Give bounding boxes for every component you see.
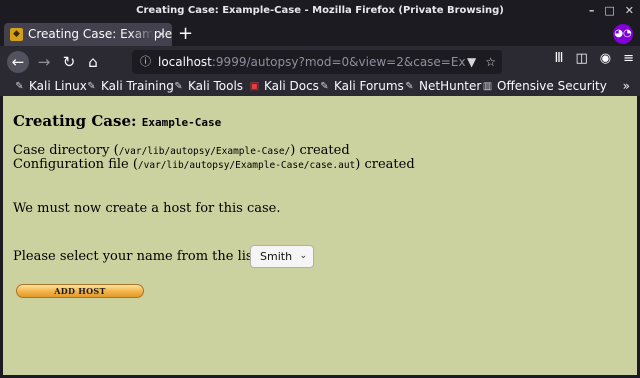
investigator-select[interactable]: Smith ⌄ — [250, 245, 314, 268]
menu-icon[interactable]: ≡ — [623, 51, 634, 66]
minimize-icon[interactable]: – — [589, 0, 595, 21]
bookmarks-overflow-icon[interactable]: » — [623, 76, 630, 96]
heading-prefix: Creating Case: — [13, 112, 137, 130]
site-info-icon[interactable]: ⓘ — [140, 50, 151, 74]
kali-dragon-icon: ✎ — [320, 80, 329, 92]
tab-creating-case[interactable]: ◆ Creating Case: Example-Case ✕ — [4, 23, 172, 46]
host-instruction: We must now create a host for this case. — [13, 201, 281, 216]
dir-suffix: ) created — [290, 143, 350, 158]
case-directory-message: Case directory (/var/lib/autopsy/Example… — [13, 143, 350, 158]
bookmark-label: Kali Tools — [188, 79, 244, 93]
bookmark-label: Kali Forums — [334, 79, 404, 93]
close-icon[interactable]: ✕ — [625, 0, 634, 21]
forward-button[interactable]: → — [33, 51, 55, 73]
offsec-icon: ▥ — [482, 80, 493, 92]
kali-dragon-icon: ✎ — [15, 80, 24, 92]
navigation-toolbar: ← → ↻ ⌂ ⓘ localhost:9999/autopsy?mod=0&v… — [0, 46, 640, 76]
pocket-icon[interactable]: ▼ — [467, 50, 476, 74]
select-name-label: Please select your name from the list: — [13, 249, 263, 264]
dir-path: /var/lib/autopsy/Example-Case/ — [118, 146, 291, 157]
tab-fade — [130, 23, 154, 46]
cfg-suffix: ) created — [355, 157, 415, 172]
bookmark-kali-tools[interactable]: ✎ Kali Tools — [173, 76, 243, 96]
config-file-message: Configuration file (/var/lib/autopsy/Exa… — [13, 157, 415, 172]
page-title: Creating Case: Example-Case — [13, 112, 221, 130]
cfg-prefix: Configuration file ( — [13, 157, 138, 172]
dir-prefix: Case directory ( — [13, 143, 119, 158]
kali-dragon-icon: ✎ — [87, 80, 96, 92]
url-overflow: x — [458, 55, 466, 69]
url-path: :9999/autopsy?mod=0&view=2&case=E — [211, 55, 459, 69]
chevron-down-icon: ⌄ — [299, 251, 307, 261]
new-tab-button[interactable]: + — [178, 23, 193, 44]
add-host-button[interactable]: ADD HOST — [16, 284, 144, 298]
bookmark-offensive-security[interactable]: ▥ Offensive Security — [482, 76, 607, 96]
page-content: Creating Case: Example-Case Case directo… — [0, 96, 640, 378]
bookmark-label: Offensive Security — [497, 79, 607, 93]
private-browsing-icon: ◕◔ — [613, 24, 633, 44]
bookmark-kali-docs[interactable]: ▣ Kali Docs — [249, 76, 319, 96]
window-title: Creating Case: Example-Case - Mozilla Fi… — [136, 5, 504, 16]
url-actions: ▼ ☆ — [467, 50, 496, 74]
account-icon[interactable]: ◉ — [600, 51, 611, 66]
bookmark-kali-linux[interactable]: ✎ Kali Linux — [14, 76, 87, 96]
case-name: Example-Case — [141, 116, 222, 129]
bookmark-kali-forums[interactable]: ✎ Kali Forums — [319, 76, 404, 96]
maximize-icon[interactable]: □ — [604, 0, 614, 21]
reload-button[interactable]: ↻ — [58, 51, 80, 73]
kali-dragon-icon: ✎ — [405, 80, 414, 92]
bookmark-star-icon[interactable]: ☆ — [485, 50, 496, 74]
tab-strip: ◆ Creating Case: Example-Case ✕ + ◕◔ — [0, 21, 640, 46]
bookmark-label: Kali Linux — [29, 79, 87, 93]
autopsy-favicon-icon: ◆ — [10, 28, 23, 41]
bookmark-kali-training[interactable]: ✎ Kali Training — [86, 76, 174, 96]
library-icon[interactable]: Ⅲ — [554, 51, 563, 66]
back-button[interactable]: ← — [7, 51, 29, 73]
url-bar[interactable]: ⓘ localhost:9999/autopsy?mod=0&view=2&ca… — [132, 50, 502, 74]
toolbar-icons: Ⅲ ◫ ◉ ≡ — [554, 51, 634, 66]
selected-investigator: Smith — [260, 250, 293, 263]
url-host: localhost — [158, 55, 212, 69]
bookmark-label: NetHunter — [419, 79, 482, 93]
docs-icon: ▣ — [249, 80, 260, 92]
window-controls: – □ ✕ — [589, 0, 634, 21]
bookmark-nethunter[interactable]: ✎ NetHunter — [404, 76, 481, 96]
home-button[interactable]: ⌂ — [82, 51, 104, 73]
kali-dragon-icon: ✎ — [174, 80, 183, 92]
bookmarks-toolbar: ✎ Kali Linux ✎ Kali Training ✎ Kali Tool… — [0, 76, 640, 96]
bookmark-label: Kali Docs — [264, 79, 319, 93]
sidebar-icon[interactable]: ◫ — [575, 51, 587, 66]
tab-close-icon[interactable]: ✕ — [157, 23, 166, 46]
bookmark-label: Kali Training — [101, 79, 174, 93]
window-titlebar: Creating Case: Example-Case - Mozilla Fi… — [0, 0, 640, 21]
cfg-path: /var/lib/autopsy/Example-Case/case.aut — [137, 160, 356, 171]
